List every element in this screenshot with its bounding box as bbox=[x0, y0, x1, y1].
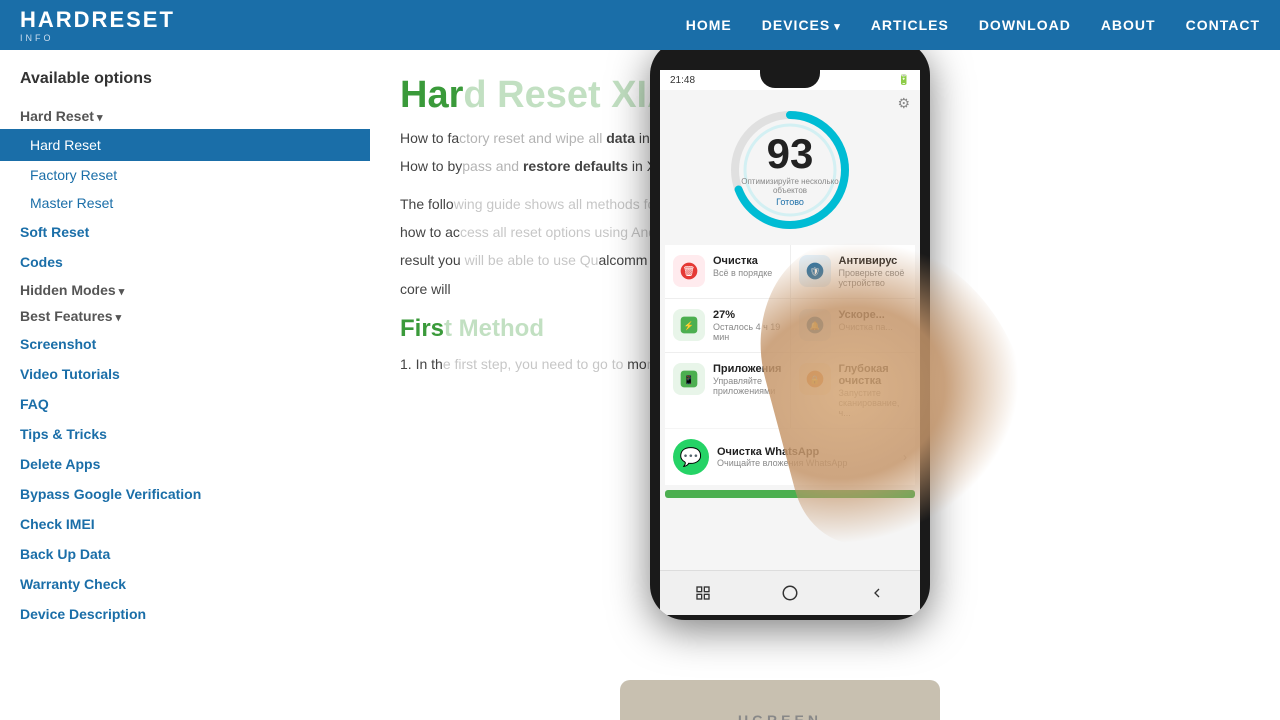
sidebar-item-device-description[interactable]: Device Description bbox=[0, 599, 370, 629]
sidebar-item-warranty-check[interactable]: Warranty Check bbox=[0, 569, 370, 599]
score-label: Оптимизируйте несколько объектов bbox=[725, 177, 855, 195]
sidebar-item-delete-apps[interactable]: Delete Apps bbox=[0, 449, 370, 479]
nav: HOME DEVICES ARTICLES DOWNLOAD ABOUT CON… bbox=[686, 17, 1260, 33]
stand-label: UGREEN bbox=[738, 712, 822, 720]
main-content: Hard Reset XIAOMI Redmi 7 How to factory… bbox=[370, 50, 1280, 720]
apps-icon: 📱 bbox=[673, 363, 705, 395]
sidebar-item-screenshot[interactable]: Screenshot bbox=[0, 329, 370, 359]
nav-devices[interactable]: DEVICES bbox=[762, 17, 841, 33]
sidebar-item-tips-tricks[interactable]: Tips & Tricks bbox=[0, 419, 370, 449]
nav-download[interactable]: DOWNLOAD bbox=[979, 17, 1071, 33]
phone-mockup: 21:48 🔋 ⚙ bbox=[640, 50, 940, 720]
nav-about[interactable]: ABOUT bbox=[1101, 17, 1156, 33]
score-button[interactable]: Готово bbox=[725, 197, 855, 207]
sidebar-item-factory-reset[interactable]: Factory Reset bbox=[0, 161, 370, 189]
clean-icon: 🗑 bbox=[673, 255, 705, 287]
score-section: 93 Оптимизируйте несколько объектов Гото… bbox=[660, 90, 920, 245]
sidebar-group-best-features[interactable]: Best Features bbox=[0, 303, 370, 329]
phone-notch bbox=[760, 70, 820, 88]
nav-back-icon[interactable] bbox=[867, 583, 887, 603]
sidebar-item-soft-reset[interactable]: Soft Reset bbox=[0, 217, 370, 247]
header: HARDRESET INFO HOME DEVICES ARTICLES DOW… bbox=[0, 0, 1280, 50]
nav-home-icon[interactable] bbox=[780, 583, 800, 603]
score-circle: 93 Оптимизируйте несколько объектов Гото… bbox=[725, 105, 855, 235]
sidebar-group-hidden-modes[interactable]: Hidden Modes bbox=[0, 277, 370, 303]
sidebar: Available options Hard Reset Hard Reset … bbox=[0, 50, 370, 720]
sidebar-item-faq[interactable]: FAQ bbox=[0, 389, 370, 419]
sidebar-item-codes[interactable]: Codes bbox=[0, 247, 370, 277]
phone-stand: UGREEN bbox=[620, 680, 940, 720]
settings-icon[interactable]: ⚙ bbox=[897, 95, 910, 112]
main-layout: Available options Hard Reset Hard Reset … bbox=[0, 50, 1280, 720]
score-number: 93 bbox=[725, 133, 855, 175]
clean-text: Очистка Всё в порядке bbox=[713, 255, 782, 278]
nav-articles[interactable]: ARTICLES bbox=[871, 17, 949, 33]
status-icons: 🔋 bbox=[898, 75, 910, 86]
sidebar-item-video-tutorials[interactable]: Video Tutorials bbox=[0, 359, 370, 389]
svg-text:📱: 📱 bbox=[684, 374, 694, 384]
sidebar-item-master-reset[interactable]: Master Reset bbox=[0, 189, 370, 217]
battery-icon: ⚡ bbox=[673, 309, 705, 341]
nav-contact[interactable]: CONTACT bbox=[1186, 17, 1260, 33]
phone-bottom-nav bbox=[660, 570, 920, 615]
nav-home[interactable]: HOME bbox=[686, 17, 732, 33]
svg-text:🗑: 🗑 bbox=[683, 265, 696, 277]
sidebar-group-hard-reset[interactable]: Hard Reset bbox=[0, 103, 370, 129]
sidebar-item-back-up-data[interactable]: Back Up Data bbox=[0, 539, 370, 569]
sidebar-item-bypass-google[interactable]: Bypass Google Verification bbox=[0, 479, 370, 509]
status-time: 21:48 bbox=[670, 75, 695, 86]
logo[interactable]: HARDRESET INFO bbox=[20, 7, 175, 43]
sidebar-item-hard-reset[interactable]: Hard Reset bbox=[0, 129, 370, 161]
whatsapp-icon: 💬 bbox=[673, 439, 709, 475]
svg-text:⚡: ⚡ bbox=[684, 320, 694, 331]
sidebar-item-check-imei[interactable]: Check IMEI bbox=[0, 509, 370, 539]
sidebar-title: Available options bbox=[0, 70, 370, 103]
grid-cell-clean[interactable]: 🗑 Очистка Всё в порядке bbox=[665, 245, 790, 298]
nav-squares-icon[interactable] bbox=[693, 583, 713, 603]
logo-sub: INFO bbox=[20, 33, 175, 43]
